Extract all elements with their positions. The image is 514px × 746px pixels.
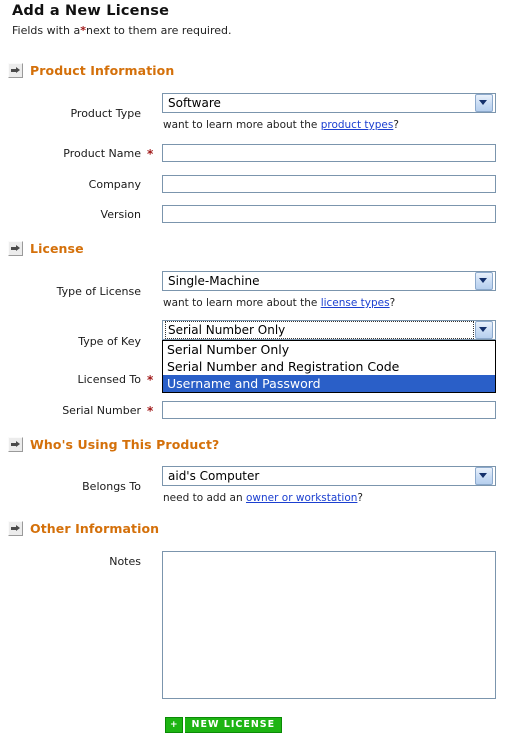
label-licensed-to: Licensed To [77,373,141,386]
hint-product-types-before: want to learn more about the [163,119,321,131]
select-belongs-to-value: aid's Computer [168,469,260,483]
hint-owner-after: ? [357,492,363,504]
section-title-product-information: Product Information [30,63,175,78]
label-version: Version [100,208,141,221]
chevron-down-icon[interactable] [475,272,493,290]
link-product-types[interactable]: product types [321,119,394,131]
input-company[interactable] [162,175,496,193]
label-notes: Notes [109,555,141,568]
hint-license-types: want to learn more about the license typ… [163,297,395,309]
section-title-license: License [30,241,84,256]
dropdown-option-selected[interactable]: Username and Password [163,375,495,392]
label-product-name: Product Name [63,147,141,160]
chevron-down-icon[interactable] [475,94,493,112]
hint-license-types-before: want to learn more about the [163,297,321,309]
field-row-version: Version [0,205,514,225]
new-license-button-label: NEW LICENSE [184,717,283,733]
dropdown-option[interactable]: Serial Number Only [163,341,495,358]
section-header-license[interactable]: License [8,241,84,256]
arrow-right-icon [8,63,23,78]
hint-product-types: want to learn more about the product typ… [163,119,399,131]
section-title-whos-using-this-product: Who's Using This Product? [30,437,220,452]
page-title: Add a New License [12,3,170,19]
select-product-type[interactable]: Software [162,93,496,113]
hint-product-types-after: ? [393,119,399,131]
required-fields-note: Fields with a*next to them are required. [12,24,232,37]
select-product-type-value: Software [168,96,221,110]
input-serial-number[interactable] [162,401,496,419]
new-license-submit-button[interactable]: + NEW LICENSE [165,717,283,733]
hint-owner-or-workstation: need to add an owner or workstation? [163,492,363,504]
input-version[interactable] [162,205,496,223]
hint-license-types-after: ? [389,297,396,309]
dropdown-option[interactable]: Serial Number and Registration Code [163,358,495,375]
field-row-product-name: Product Name * [0,144,514,164]
input-product-name[interactable] [162,144,496,162]
chevron-down-icon[interactable] [475,321,493,339]
dropdown-options-type-of-key[interactable]: Serial Number Only Serial Number and Reg… [162,340,496,393]
add-license-form-page: Add a New License Fields with a*next to … [0,0,514,746]
plus-icon: + [165,717,183,733]
label-type-of-key: Type of Key [78,335,141,348]
field-row-serial-number: Serial Number * [0,401,514,421]
select-type-of-license-value: Single-Machine [168,274,260,288]
section-title-other-information: Other Information [30,521,160,536]
label-type-of-license: Type of License [56,285,141,298]
section-header-other-information[interactable]: Other Information [8,521,159,536]
required-note-after: next to them are required. [85,24,232,37]
select-belongs-to[interactable]: aid's Computer [162,466,496,486]
select-type-of-key-value: Serial Number Only [165,321,474,339]
hint-owner-before: need to add an [163,492,246,504]
link-license-types[interactable]: license types [321,297,390,309]
required-marker-product-name: * [147,147,154,161]
section-header-whos-using-this-product[interactable]: Who's Using This Product? [8,437,219,452]
field-row-company: Company [0,175,514,195]
label-serial-number: Serial Number [62,404,141,417]
label-company: Company [88,178,141,191]
arrow-right-icon [8,241,23,256]
textarea-notes[interactable] [162,551,496,699]
label-belongs-to: Belongs To [82,480,141,493]
label-product-type: Product Type [70,107,141,120]
arrow-right-icon [8,521,23,536]
required-marker-serial-number: * [147,404,154,418]
arrow-right-icon [8,437,23,452]
select-type-of-license[interactable]: Single-Machine [162,271,496,291]
required-marker-licensed-to: * [147,373,154,387]
link-owner-or-workstation[interactable]: owner or workstation [246,492,357,504]
section-header-product-information[interactable]: Product Information [8,63,174,78]
required-note-before: Fields with a [12,24,81,37]
chevron-down-icon[interactable] [475,467,493,485]
select-type-of-key[interactable]: Serial Number Only [162,320,496,340]
